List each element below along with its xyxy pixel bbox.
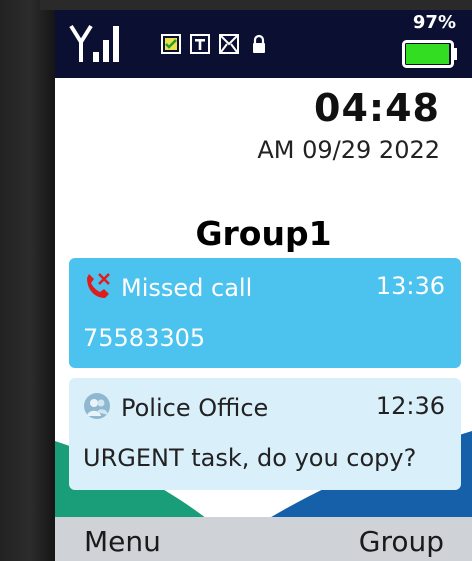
missed-call-icon: [87, 273, 110, 298]
text-mode-icon: [190, 34, 210, 54]
group-title: Group1: [195, 214, 332, 253]
sim-check-icon: [161, 34, 181, 54]
device-screen: 97% 04:48 AM 09/29 2022 Group1 Missed ca…: [55, 10, 472, 561]
signal-icon: [69, 24, 119, 62]
notification-body: 75583305: [83, 324, 206, 352]
group-softkey[interactable]: Group: [359, 525, 444, 558]
battery-percentage: 97%: [412, 12, 456, 33]
contact-avatar-icon: [84, 393, 110, 419]
notification-title: Police Office: [121, 394, 269, 422]
menu-softkey[interactable]: Menu: [84, 525, 161, 558]
message-icon: [219, 34, 239, 54]
softkey-bar: Menu Group: [55, 517, 472, 561]
notification-time: 13:36: [375, 272, 445, 300]
battery-icon: [402, 40, 457, 68]
chevron-down-icon[interactable]: [251, 494, 277, 510]
status-bar: 97%: [55, 10, 472, 78]
notification-time: 12:36: [375, 392, 445, 420]
notification-missed-call[interactable]: Missed call 13:36 75583305: [69, 258, 461, 368]
clock-date: AM 09/29 2022: [257, 136, 440, 164]
notification-title: Missed call: [121, 274, 253, 302]
lock-icon: [253, 34, 265, 53]
notification-body: URGENT task, do you copy?: [83, 444, 417, 472]
notification-message[interactable]: Police Office 12:36 URGENT task, do you …: [69, 378, 461, 490]
clock-time: 04:48: [314, 86, 440, 130]
device-bezel-top: [40, 0, 472, 10]
